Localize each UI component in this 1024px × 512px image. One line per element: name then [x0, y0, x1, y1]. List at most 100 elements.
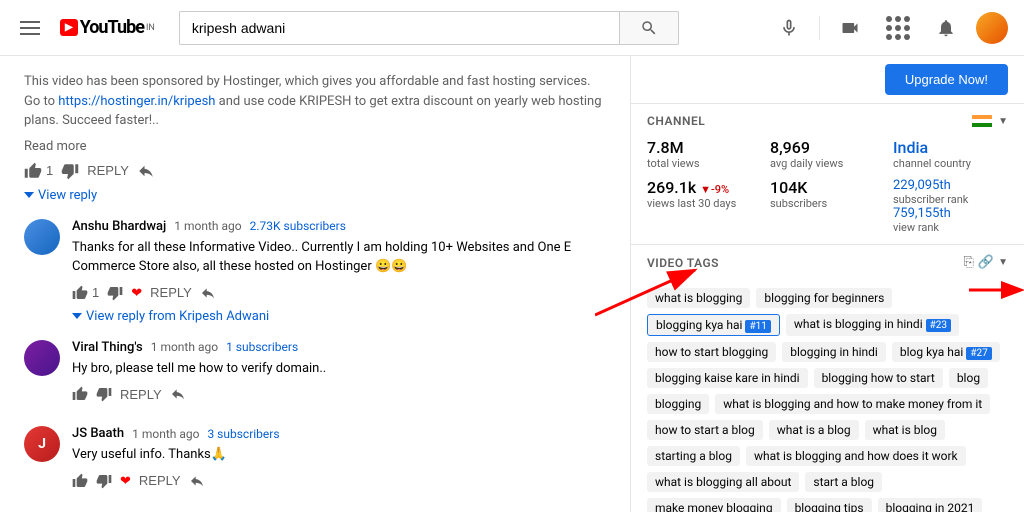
- comment-author-anshu: Anshu Bhardwaj: [72, 219, 166, 234]
- sponsor-line2: Go to https://hostinger.in/kripesh and u…: [24, 92, 606, 131]
- tags-collapse-icon[interactable]: ▼: [998, 257, 1008, 268]
- dislike-js[interactable]: [96, 473, 112, 489]
- dislike-anshu[interactable]: [107, 285, 123, 301]
- video-button[interactable]: [832, 10, 868, 46]
- comment-text-js: Very useful info. Thanks🙏: [72, 445, 606, 465]
- like-viral[interactable]: [72, 386, 88, 402]
- youtube-text: YouTube: [80, 17, 144, 38]
- country-label: channel country: [893, 157, 1008, 170]
- bell-icon: [936, 18, 956, 38]
- subscribers-label: subscribers: [770, 197, 885, 210]
- tag-item-11[interactable]: what is blogging and how to make money f…: [715, 394, 990, 414]
- thumbdown-viral-icon: [96, 386, 112, 402]
- tag-item-21[interactable]: blogging in 2021: [878, 498, 983, 512]
- subscriber-count-anshu: 2.73K subscribers: [250, 219, 346, 233]
- tag-item-4[interactable]: how to start blogging: [647, 342, 776, 362]
- search-bar: [179, 11, 679, 45]
- tag-item-8[interactable]: blogging how to start: [814, 368, 943, 388]
- country-value: India: [893, 138, 1008, 157]
- tag-item-2[interactable]: blogging kya hai#11: [647, 314, 780, 336]
- read-more-btn[interactable]: Read more: [24, 139, 606, 154]
- tag-item-14[interactable]: what is blog: [865, 420, 945, 440]
- tag-item-0[interactable]: what is blogging: [647, 288, 750, 308]
- heart-js[interactable]: ❤: [120, 473, 131, 489]
- reply-viral[interactable]: REPLY: [120, 387, 162, 402]
- share-anshu[interactable]: [200, 285, 216, 301]
- tag-item-15[interactable]: starting a blog: [647, 446, 740, 466]
- search-input[interactable]: [179, 11, 619, 45]
- comment-header-viral: Viral Thing's 1 month ago 1 subscribers: [72, 340, 606, 355]
- comment-author-js: JS Baath: [72, 426, 124, 441]
- tag-item-20[interactable]: blogging tips: [787, 498, 872, 512]
- search-icon: [640, 19, 658, 37]
- tag-item-16[interactable]: what is blogging and how does it work: [746, 446, 966, 466]
- chevron-icon: [24, 192, 34, 198]
- subscriber-count-js: 3 subscribers: [207, 427, 279, 441]
- thumbdown-js-icon: [96, 473, 112, 489]
- comment-author-viral: Viral Thing's: [72, 340, 143, 355]
- channel-title: CHANNEL: [647, 114, 705, 128]
- view-reply-anshu[interactable]: View reply from Kripesh Adwani: [72, 309, 606, 324]
- tag-item-19[interactable]: make money blogging: [647, 498, 781, 512]
- comment-header-anshu: Anshu Bhardwaj 1 month ago 2.73K subscri…: [72, 219, 606, 234]
- red-arrow-1: [969, 275, 1024, 305]
- like-button[interactable]: 1: [24, 162, 53, 180]
- comment-body-js: JS Baath 1 month ago 3 subscribers Very …: [72, 426, 606, 497]
- like-js[interactable]: [72, 473, 88, 489]
- view-reply-btn[interactable]: View reply: [24, 188, 606, 203]
- dislike-viral[interactable]: [96, 386, 112, 402]
- tag-item-3[interactable]: what is blogging in hindi#23: [786, 314, 959, 336]
- sponsor-link[interactable]: https://hostinger.in/kripesh: [58, 94, 215, 109]
- tag-item-6[interactable]: blog kya hai#27: [892, 342, 1000, 362]
- tag-item-9[interactable]: blog: [949, 368, 988, 388]
- total-views-stat: 7.8M total views: [647, 138, 762, 170]
- tag-item-13[interactable]: what is a blog: [769, 420, 859, 440]
- tag-item-1[interactable]: blogging for beginners: [756, 288, 892, 308]
- link-icon[interactable]: 🔗: [978, 255, 994, 270]
- tag-item-7[interactable]: blogging kaise kare in hindi: [647, 368, 808, 388]
- share-icon: [137, 162, 155, 180]
- heart-anshu[interactable]: ❤: [131, 285, 142, 301]
- trend-down-icon: ▼-9%: [700, 183, 729, 196]
- share-button[interactable]: [137, 162, 155, 180]
- avatar[interactable]: [976, 12, 1008, 44]
- hamburger-menu[interactable]: [16, 17, 44, 39]
- views30-label: views last 30 days: [647, 197, 762, 210]
- avg-daily-label: avg daily views: [770, 157, 885, 170]
- channel-collapse-icon[interactable]: ▼: [998, 116, 1008, 127]
- sub-rank-value: 229,095th: [893, 178, 1008, 193]
- apps-button[interactable]: [880, 10, 916, 46]
- apps-grid-icon: [886, 16, 910, 40]
- tag-item-5[interactable]: blogging in hindi: [782, 342, 886, 362]
- reply-js[interactable]: REPLY: [139, 473, 181, 488]
- upgrade-button[interactable]: Upgrade Now!: [885, 64, 1008, 95]
- reply-button[interactable]: REPLY: [87, 163, 129, 178]
- tag-item-12[interactable]: how to start a blog: [647, 420, 763, 440]
- tag-item-18[interactable]: start a blog: [805, 472, 882, 492]
- like-anshu[interactable]: 1: [72, 285, 99, 301]
- search-button[interactable]: [619, 11, 679, 45]
- thumbdown-icon: [61, 162, 79, 180]
- tag-item-17[interactable]: what is blogging all about: [647, 472, 799, 492]
- stats-grid-bottom: 269.1k ▼-9% views last 30 days 104K subs…: [647, 178, 1008, 234]
- dislike-button[interactable]: [61, 162, 79, 180]
- mic-button[interactable]: [771, 10, 807, 46]
- rank-stat: 229,095th subscriber rank 759,155th view…: [893, 178, 1008, 234]
- thumbdown-anshu-icon: [107, 285, 123, 301]
- share-viral[interactable]: [170, 386, 186, 402]
- sponsor-line1: This video has been sponsored by Hosting…: [24, 72, 606, 92]
- reply-anshu[interactable]: REPLY: [150, 285, 192, 300]
- subscribers-value: 104K: [770, 178, 885, 197]
- subscribers-stat: 104K subscribers: [770, 178, 885, 234]
- youtube-logo[interactable]: ▶ YouTube IN: [60, 17, 155, 38]
- mic-icon: [779, 18, 799, 38]
- subscriber-count-viral: 1 subscribers: [226, 340, 298, 354]
- comment-header-js: JS Baath 1 month ago 3 subscribers: [72, 426, 606, 441]
- comment-text-viral: Hy bro, please tell me how to verify dom…: [72, 359, 606, 379]
- notifications-button[interactable]: [928, 10, 964, 46]
- thumbup-anshu-icon: [72, 285, 88, 301]
- share-js[interactable]: [189, 473, 205, 489]
- tag-badge-3: #23: [926, 319, 951, 332]
- copy-icon[interactable]: ⎘: [964, 255, 974, 270]
- tag-item-10[interactable]: blogging: [647, 394, 709, 414]
